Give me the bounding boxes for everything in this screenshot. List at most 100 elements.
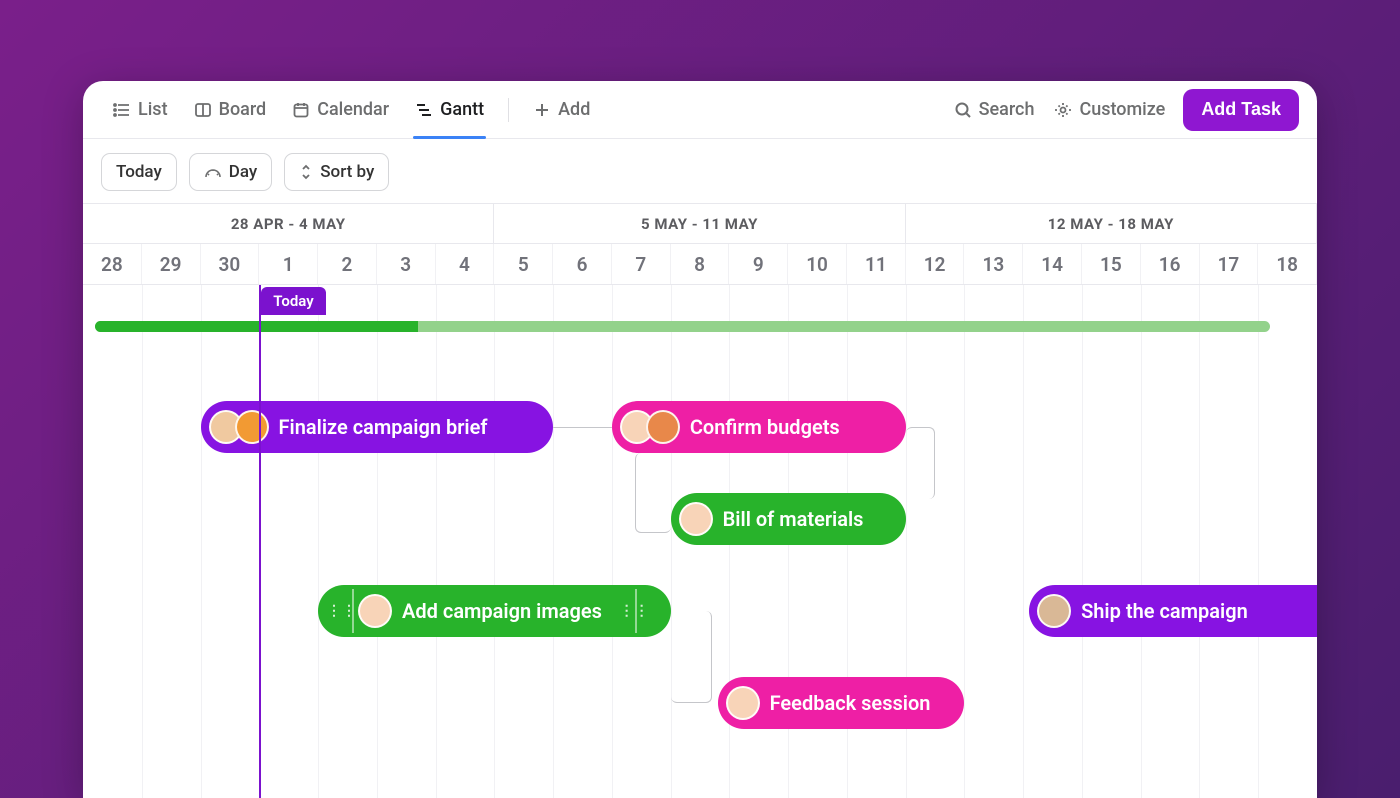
day-header-cell: 5 [494,244,553,284]
tab-add-view[interactable]: Add [521,81,602,139]
grid-line [671,285,672,798]
task-label: Finalize campaign brief [279,415,488,439]
grid-line [1023,285,1024,798]
progress-fill [95,321,418,332]
tab-board[interactable]: Board [182,81,279,139]
week-header-cell: 12 MAY - 18 MAY [906,204,1317,243]
task-bill-materials[interactable]: Bill of materials [671,493,906,545]
day-header-cell: 16 [1141,244,1200,284]
task-finalize-brief[interactable]: Finalize campaign brief [201,401,554,453]
dependency-connector [635,453,670,533]
app-window: List Board Calendar Gantt [83,81,1317,798]
tab-calendar[interactable]: Calendar [280,81,401,139]
assignee-avatars [679,502,713,536]
grid-line [436,285,437,798]
task-add-images[interactable]: ⋮⋮Add campaign images⋮⋮ [318,585,671,637]
weeks-header: 28 APR - 4 MAY5 MAY - 11 MAY12 MAY - 18 … [83,203,1317,243]
customize-tool[interactable]: Customize [1044,90,1175,130]
tab-label: List [138,99,168,120]
days-header: 282930123456789101112131415161718 [83,243,1317,285]
assignee-avatars [358,594,392,628]
grid-line [201,285,202,798]
task-ship-campaign[interactable]: Ship the campaign [1029,585,1317,637]
list-icon [113,101,131,119]
gantt-icon [415,101,433,119]
week-header-cell: 28 APR - 4 MAY [83,204,494,243]
handle-divider [635,589,637,633]
calendar-icon [292,101,310,119]
assignee-avatars [620,410,680,444]
search-tool[interactable]: Search [944,90,1045,130]
day-header-cell: 4 [436,244,495,284]
task-confirm-budgets[interactable]: Confirm budgets [612,401,906,453]
tab-label: Calendar [317,99,389,120]
search-label: Search [979,99,1035,120]
avatar [358,594,392,628]
today-label: Today [116,162,162,182]
gauge-icon [204,165,222,179]
view-toolbar: List Board Calendar Gantt [83,81,1317,139]
task-label: Add campaign images [402,599,602,623]
tab-gantt[interactable]: Gantt [403,81,496,139]
dependency-connector [906,427,935,499]
day-header-cell: 14 [1023,244,1082,284]
day-header-cell: 17 [1200,244,1259,284]
avatar [1037,594,1071,628]
day-header-cell: 3 [377,244,436,284]
day-header-cell: 10 [788,244,847,284]
day-header-cell: 6 [553,244,612,284]
task-label: Confirm budgets [690,415,840,439]
add-task-button[interactable]: Add Task [1183,89,1299,131]
customize-label: Customize [1079,99,1165,120]
grid-line [142,285,143,798]
gantt-chart-area[interactable]: Today Finalize campaign brief Confirm budg… [83,285,1317,798]
day-header-cell: 8 [671,244,730,284]
board-icon [194,101,212,119]
dependency-connector [671,611,712,703]
grid-line [1141,285,1142,798]
gantt-controls: Today Day Sort by [83,139,1317,203]
tab-list[interactable]: List [101,81,180,139]
tab-label: Gantt [440,99,484,120]
sort-button[interactable]: Sort by [284,153,389,191]
avatar [726,686,760,720]
avatar [679,502,713,536]
today-marker: Today [261,287,325,315]
plus-icon [533,101,551,119]
task-label: Feedback session [770,691,931,715]
grid-line [1199,285,1200,798]
day-header-cell: 12 [906,244,965,284]
assignee-avatars [1037,594,1071,628]
day-header-cell: 2 [318,244,377,284]
handle-divider [352,589,354,633]
gantt-timeline: 28 APR - 4 MAY5 MAY - 11 MAY12 MAY - 18 … [83,203,1317,798]
day-header-cell: 13 [964,244,1023,284]
tab-label: Add [558,99,590,120]
grid-line [494,285,495,798]
dependency-connector [553,427,612,428]
add-task-label: Add Task [1201,99,1281,119]
day-header-cell: 7 [612,244,671,284]
today-line [259,285,261,798]
avatar [235,410,269,444]
granularity-label: Day [229,162,257,182]
tab-label: Board [219,99,267,120]
search-icon [954,101,972,119]
view-tabs: List Board Calendar Gantt [101,81,602,139]
day-header-cell: 30 [201,244,260,284]
task-feedback[interactable]: Feedback session [718,677,965,729]
task-label: Bill of materials [723,507,864,531]
day-header-cell: 18 [1258,244,1317,284]
sort-icon [299,164,313,180]
gear-icon [1054,101,1072,119]
grid-line [553,285,554,798]
granularity-button[interactable]: Day [189,153,272,191]
day-header-cell: 9 [729,244,788,284]
grid-line [1082,285,1083,798]
today-button[interactable]: Today [101,153,177,191]
task-label: Ship the campaign [1081,599,1248,623]
grid-line [377,285,378,798]
day-header-cell: 15 [1082,244,1141,284]
week-header-cell: 5 MAY - 11 MAY [494,204,905,243]
day-header-cell: 11 [847,244,906,284]
